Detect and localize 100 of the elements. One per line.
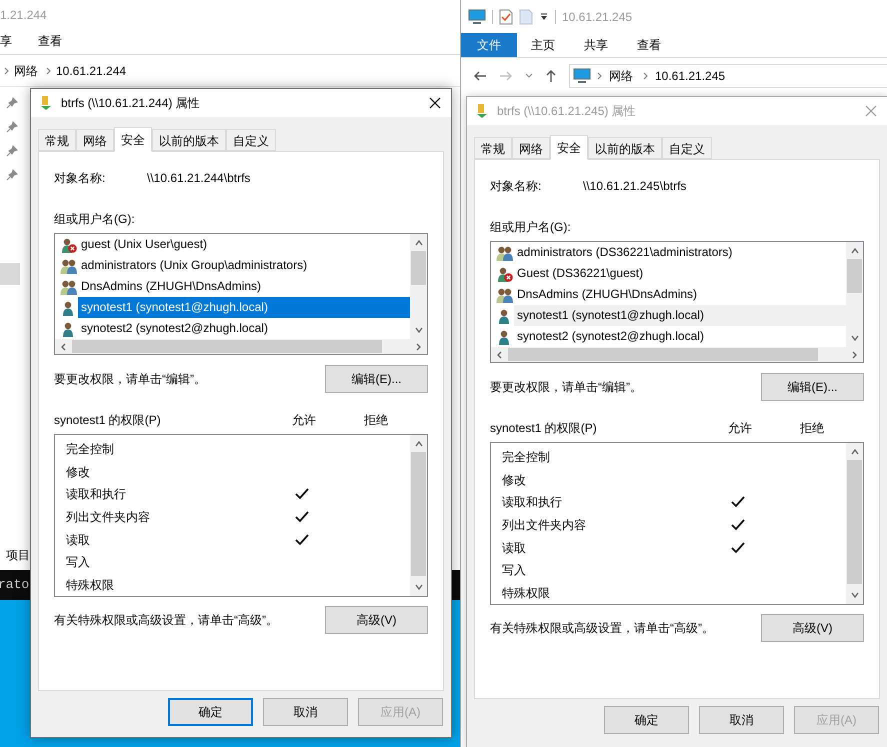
folder-icon: [475, 103, 489, 119]
tab[interactable]: 自定义: [226, 129, 276, 151]
group-list-label: 组或用户名(G):: [54, 211, 136, 228]
group-list-label: 组或用户名(G):: [490, 219, 572, 236]
user-list-item[interactable]: Guest (DS36221\guest): [514, 263, 846, 284]
advanced-hint: 有关特殊权限或高级设置，请单击“高级”。: [54, 612, 278, 629]
dialog-title: btrfs (\\10.61.21.244) 属性: [61, 95, 200, 112]
disabled-user-icon: [60, 236, 78, 252]
object-name-label: 对象名称:: [54, 170, 106, 187]
ribbon-tab[interactable]: 查看: [38, 32, 62, 50]
dropdown-arrow-icon[interactable]: [539, 12, 549, 22]
edit-button[interactable]: 编辑(E)...: [761, 373, 864, 401]
tab[interactable]: 自定义: [662, 137, 712, 159]
ribbon-tab[interactable]: 主页: [531, 33, 555, 57]
chevron-down-icon[interactable]: [525, 72, 533, 80]
tab[interactable]: 常规: [474, 137, 512, 159]
scrollbar-thumb[interactable]: [847, 460, 862, 584]
scrollbar-thumb[interactable]: [411, 452, 426, 576]
breadcrumb-item[interactable]: 网络: [609, 67, 633, 85]
breadcrumb-item[interactable]: 10.61.21.245: [655, 67, 726, 85]
dialog-button[interactable]: 取消: [263, 698, 348, 726]
user-list-item[interactable]: synotest1 (synotest1@zhugh.local): [514, 305, 846, 326]
vertical-scrollbar[interactable]: [410, 435, 427, 596]
permission-name: 列出文件夹内容: [66, 509, 151, 526]
advanced-button[interactable]: 高级(V): [761, 614, 864, 642]
permission-name: 读取: [66, 532, 91, 549]
blank-document-icon[interactable]: [519, 8, 533, 24]
edit-hint: 要更改权限，请单击“编辑”。: [54, 371, 206, 388]
window-title: 10.61.21.245: [562, 8, 632, 26]
object-name-value: \\10.61.21.245\btrfs: [583, 178, 686, 195]
tab[interactable]: 安全: [114, 127, 152, 152]
dialog-button[interactable]: 确定: [604, 706, 689, 734]
ribbon-tab[interactable]: 享: [0, 32, 12, 50]
horizontal-scrollbar[interactable]: [55, 339, 427, 354]
address-bar[interactable]: 网络 10.61.21.245: [569, 64, 887, 88]
scrollbar-thumb[interactable]: [847, 259, 862, 293]
user-list-item[interactable]: synotest2 (synotest2@zhugh.local): [78, 318, 410, 339]
checked-document-icon[interactable]: [499, 8, 513, 24]
close-icon[interactable]: [429, 97, 441, 109]
user-list-item[interactable]: synotest1 (synotest1@zhugh.local): [78, 297, 410, 318]
edit-hint: 要更改权限，请单击“编辑”。: [490, 379, 642, 396]
edit-button[interactable]: 编辑(E)...: [325, 365, 428, 393]
chevron-icon: [642, 72, 650, 80]
back-arrow-icon[interactable]: [473, 70, 487, 82]
status-text: 项目: [6, 547, 30, 562]
permission-name: 写入: [502, 562, 527, 580]
tab[interactable]: 以前的版本: [152, 129, 226, 151]
group-users-icon: [496, 244, 514, 260]
vertical-scrollbar[interactable]: [846, 443, 863, 604]
scrollbar-thumb[interactable]: [72, 340, 382, 353]
tab[interactable]: 以前的版本: [588, 137, 662, 159]
dialog-title: btrfs (\\10.61.21.245) 属性: [497, 103, 636, 120]
allow-header: 允许: [291, 412, 317, 429]
pin-icon[interactable]: [6, 167, 18, 183]
scrollbar-thumb[interactable]: [411, 251, 426, 285]
permission-name: 读取: [502, 540, 527, 557]
computer-icon: [573, 68, 591, 84]
object-name-label: 对象名称:: [490, 178, 542, 195]
up-arrow-icon[interactable]: [545, 69, 557, 83]
tab[interactable]: 安全: [550, 135, 588, 160]
user-list-item[interactable]: DnsAdmins (ZHUGH\DnsAdmins): [78, 276, 410, 297]
ribbon-tab[interactable]: 查看: [637, 33, 661, 57]
tab[interactable]: 网络: [512, 137, 550, 159]
chevron-icon: [45, 66, 53, 74]
computer-icon: [468, 8, 486, 24]
permission-name: 修改: [502, 472, 527, 489]
group-users-icon: [60, 258, 78, 274]
advanced-button[interactable]: 高级(V): [325, 606, 428, 634]
user-list-item[interactable]: administrators (DS36221\administrators): [514, 242, 846, 263]
user-list-item[interactable]: guest (Unix User\guest): [78, 234, 410, 255]
pin-icon[interactable]: [6, 95, 18, 111]
user-list-item[interactable]: synotest2 (synotest2@zhugh.local): [514, 326, 846, 347]
allow-header: 允许: [727, 420, 753, 437]
permission-name: 完全控制: [66, 441, 115, 458]
breadcrumb-item[interactable]: 网络: [14, 62, 38, 80]
dialog-button[interactable]: 取消: [699, 706, 784, 734]
pin-icon[interactable]: [6, 119, 18, 135]
object-name-value: \\10.61.21.244\btrfs: [147, 170, 250, 187]
scrollbar-thumb[interactable]: [508, 348, 818, 361]
user-list-item[interactable]: administrators (Unix Group\administrators): [78, 255, 410, 276]
pin-icon[interactable]: [6, 143, 18, 159]
horizontal-scrollbar[interactable]: [491, 347, 863, 362]
deny-header: 拒绝: [363, 412, 389, 429]
tab[interactable]: 常规: [38, 129, 76, 151]
disabled-user-icon: [496, 266, 514, 282]
ribbon-tab[interactable]: 文件: [461, 33, 517, 57]
window-title: 1.21.244: [0, 7, 47, 24]
user-list-item[interactable]: DnsAdmins (ZHUGH\DnsAdmins): [514, 284, 846, 305]
vertical-scrollbar[interactable]: [846, 242, 863, 347]
ribbon-tab[interactable]: 共享: [584, 33, 608, 57]
dialog-button[interactable]: 确定: [168, 698, 253, 726]
breadcrumb-item[interactable]: 10.61.21.244: [56, 62, 126, 80]
permissions-title: synotest1 的权限(P): [54, 412, 162, 429]
permission-name: 特殊权限: [66, 576, 115, 594]
vertical-scrollbar[interactable]: [410, 234, 427, 339]
tab[interactable]: 网络: [76, 129, 114, 151]
permission-name: 修改: [66, 464, 91, 481]
forward-arrow-icon[interactable]: [499, 70, 513, 82]
group-users-icon: [60, 278, 78, 294]
chevron-icon: [3, 66, 11, 74]
